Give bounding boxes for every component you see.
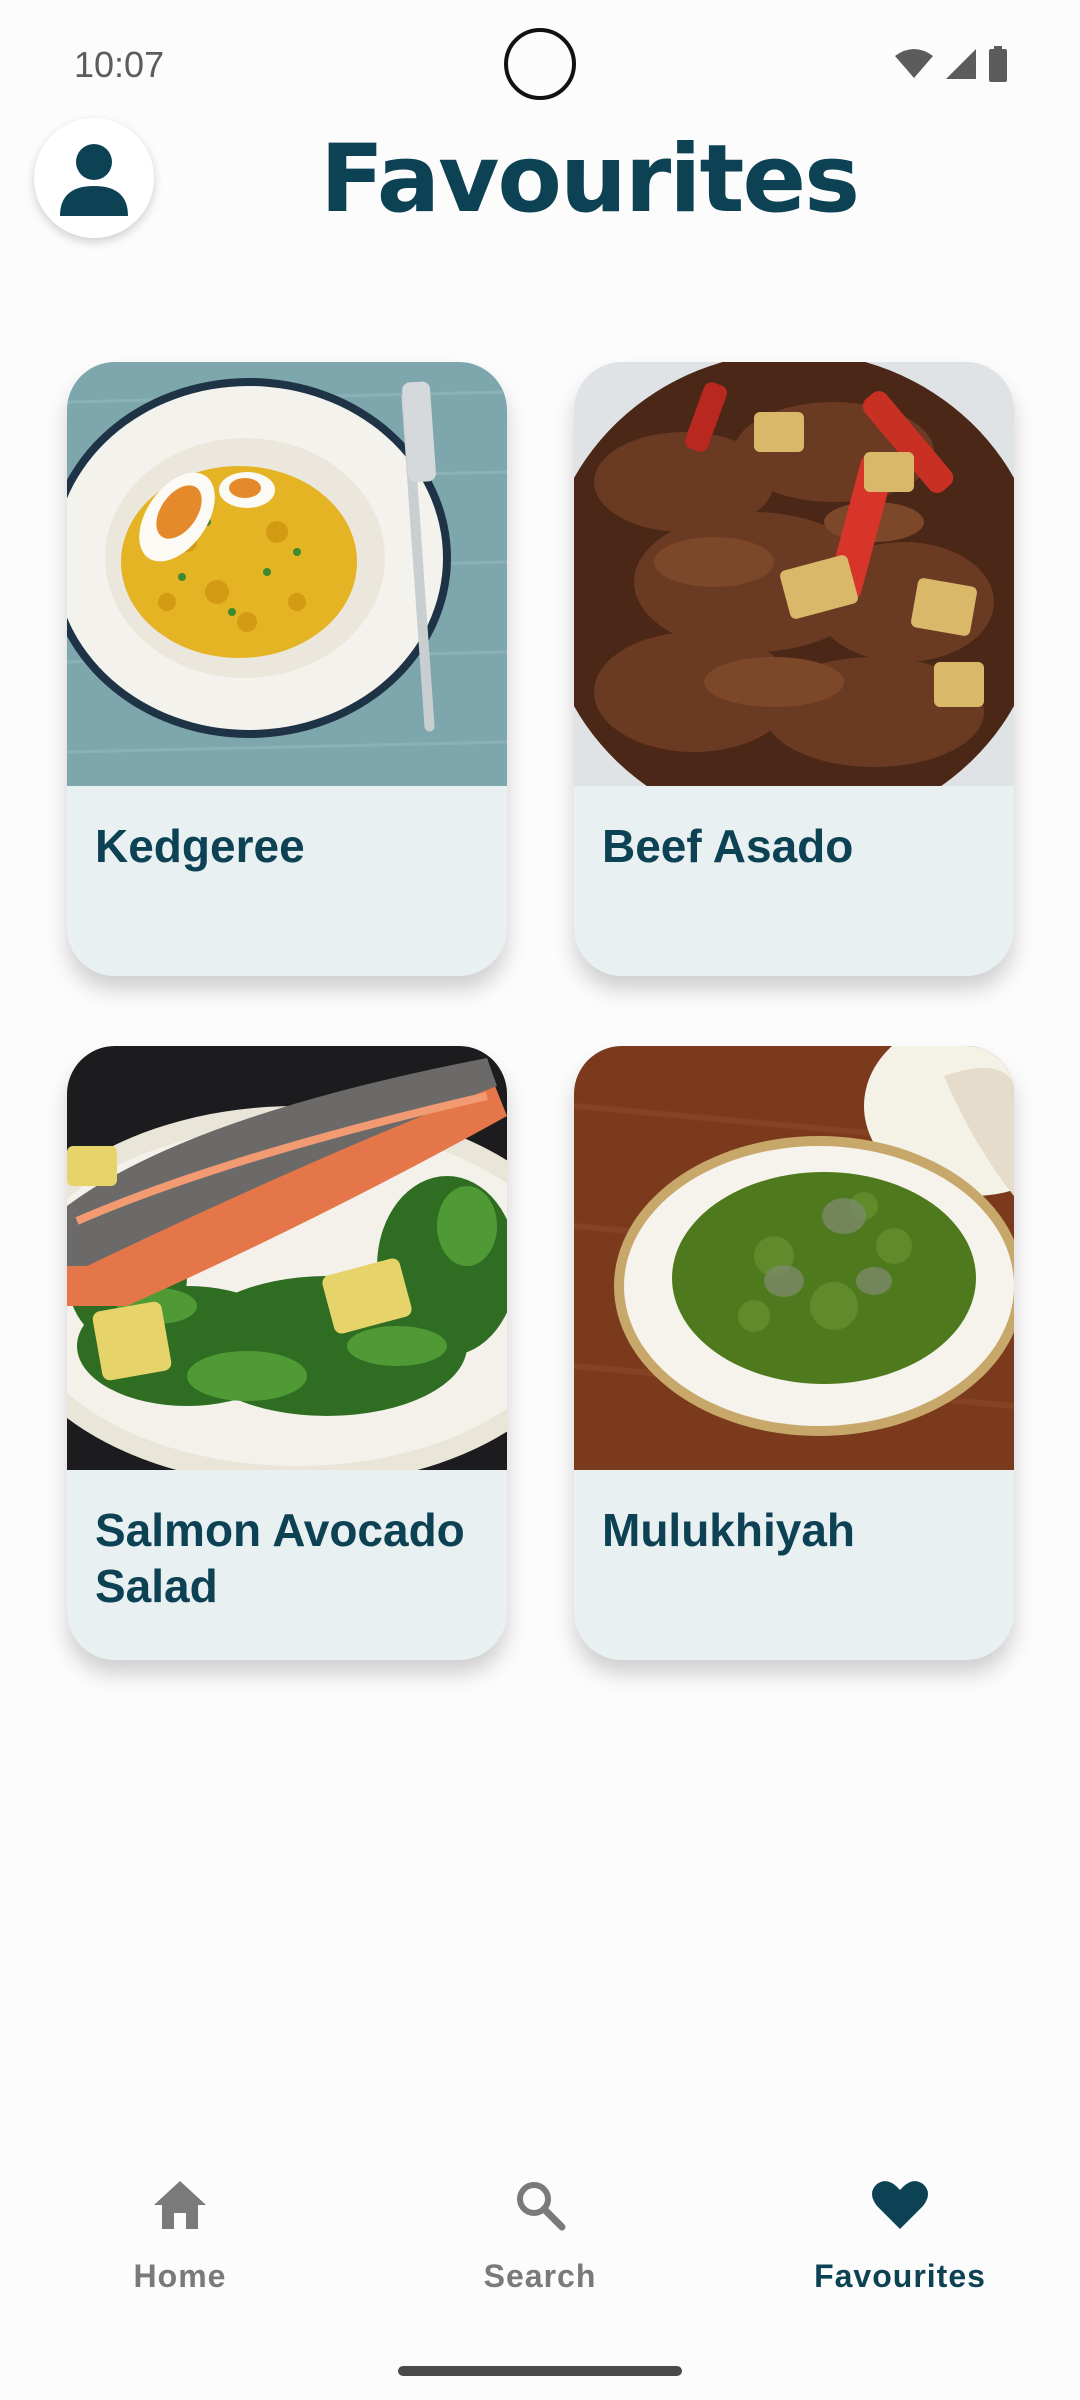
wifi-icon	[895, 49, 933, 78]
nav-label: Favourites	[814, 2258, 986, 2294]
recipe-card-beef-asado[interactable]: Beef Asado	[574, 362, 1014, 976]
recipe-title: Beef Asado	[602, 820, 854, 872]
recipe-title: Kedgeree	[95, 820, 305, 872]
page-title: Favourites	[320, 125, 860, 234]
profile-button[interactable]	[34, 118, 154, 238]
status-time: 10:07	[74, 44, 165, 85]
gesture-navigation-bar[interactable]	[398, 2366, 682, 2376]
recipe-card-salmon-avocado-salad[interactable]: Salmon Avocado Salad	[67, 1046, 507, 1660]
battery-icon	[989, 46, 1007, 82]
nav-label: Search	[483, 2258, 597, 2294]
status-icons	[894, 44, 1008, 84]
person-icon	[60, 144, 128, 216]
recipe-title: Salmon Avocado Salad	[95, 1504, 465, 1612]
nav-item-favourites[interactable]: Favourites	[750, 2170, 1050, 2310]
nav-item-search[interactable]: Search	[390, 2170, 690, 2310]
recipe-image	[67, 362, 507, 786]
recipe-card-mulukhiyah[interactable]: Mulukhiyah	[574, 1046, 1014, 1660]
nav-item-home[interactable]: Home	[30, 2170, 330, 2310]
status-bar: 10:07	[0, 0, 1080, 130]
recipe-image	[574, 362, 1014, 786]
camera-cutout	[504, 28, 576, 100]
heart-icon	[872, 2181, 928, 2229]
recipe-card-kedgeree[interactable]: Kedgeree	[67, 362, 507, 976]
recipe-image	[67, 1046, 507, 1470]
home-icon	[154, 2181, 206, 2229]
recipe-title: Mulukhiyah	[602, 1504, 856, 1556]
nav-label: Home	[133, 2258, 227, 2294]
bottom-navigation: Home Search Favourites	[0, 2130, 1080, 2310]
search-icon	[517, 2182, 566, 2231]
cell-signal-icon	[946, 49, 976, 79]
recipe-image	[574, 1046, 1014, 1470]
